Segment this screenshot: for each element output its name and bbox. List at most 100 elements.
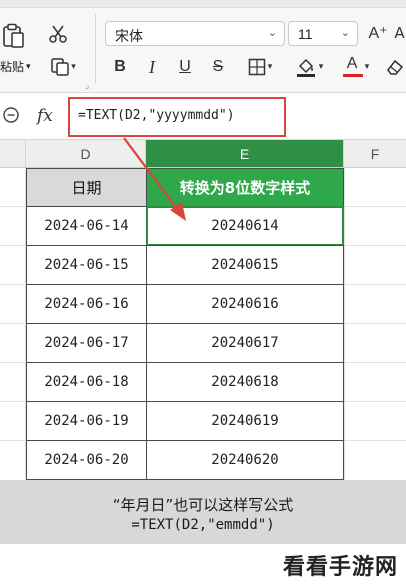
- col-header-e[interactable]: E: [146, 140, 344, 168]
- formula-input[interactable]: =TEXT(D2,"yyyymmdd"): [68, 97, 286, 137]
- grow-font-label: A⁺: [368, 25, 388, 42]
- function-button[interactable]: fx: [37, 106, 53, 126]
- grow-font-icon[interactable]: A⁺: [366, 21, 390, 45]
- paste-button[interactable]: 粘贴 ▾: [0, 58, 31, 75]
- table-cell-number[interactable]: 20240616: [146, 284, 344, 324]
- clear-format-icon: [387, 59, 404, 75]
- gridline: [0, 440, 26, 441]
- paste-label: 粘贴: [0, 60, 25, 74]
- font-name-select[interactable]: 宋体 ⌄: [105, 21, 285, 46]
- chevron-down-icon: ▾: [71, 62, 76, 72]
- col-header-f-label: F: [370, 145, 380, 162]
- gridline: [344, 206, 406, 207]
- gridline: [0, 401, 26, 402]
- dialog-launcher-icon[interactable]: ⌟: [85, 81, 89, 91]
- table-cell-number[interactable]: 20240617: [146, 323, 344, 363]
- underline-button[interactable]: U: [175, 56, 195, 78]
- cell-text: 2024-06-17: [44, 335, 129, 351]
- paste-icon[interactable]: [0, 22, 26, 50]
- watermark-text: 看看手游网: [282, 555, 398, 580]
- table-header-converted[interactable]: 转换为8位数字样式: [146, 168, 344, 207]
- caption-line-1: “年月日”也可以这样写公式: [112, 496, 294, 514]
- table-cell-date[interactable]: 2024-06-16: [26, 284, 147, 324]
- cell-text: 20240615: [211, 257, 279, 273]
- format-painter-icon[interactable]: ▾: [46, 56, 80, 78]
- col-header-f[interactable]: F: [344, 140, 406, 168]
- cell-text: 20240617: [211, 335, 279, 351]
- font-size-select[interactable]: 11 ⌄: [288, 21, 358, 46]
- font-color-button[interactable]: A ▾: [338, 55, 374, 78]
- table-cell-date[interactable]: 2024-06-18: [26, 362, 147, 402]
- table-cell-number-selected[interactable]: 20240614: [146, 206, 344, 246]
- table-header-date-label: 日期: [71, 179, 102, 197]
- clear-format-button[interactable]: [384, 56, 406, 78]
- font-name-value: 宋体: [115, 29, 143, 45]
- col-header-d-label: D: [80, 145, 91, 162]
- chevron-down-icon: ▾: [318, 62, 324, 72]
- chevron-down-icon: ▾: [26, 61, 31, 71]
- font-size-value: 11: [298, 26, 313, 42]
- gridline: [344, 168, 345, 480]
- italic-button[interactable]: I: [142, 56, 162, 78]
- cell-text: 20240614: [211, 218, 279, 234]
- chevron-down-icon: ⌄: [267, 26, 277, 39]
- zoom-icon[interactable]: [2, 106, 20, 124]
- cell-text: 20240618: [211, 374, 279, 390]
- gridline: [344, 440, 406, 441]
- table-cell-date[interactable]: 2024-06-17: [26, 323, 147, 363]
- col-header-d[interactable]: D: [26, 140, 146, 168]
- table-cell-number[interactable]: 20240615: [146, 245, 344, 285]
- ribbon-divider: [95, 14, 96, 84]
- cell-text: 20240619: [211, 413, 279, 429]
- cell-text: 20240620: [211, 452, 279, 468]
- gridline: [344, 323, 406, 324]
- bold-icon: B: [114, 58, 126, 75]
- table-cell-number[interactable]: 20240619: [146, 401, 344, 441]
- gridline: [344, 245, 406, 246]
- gridline: [0, 284, 26, 285]
- cell-text: 2024-06-18: [44, 374, 129, 390]
- font-color-icon: A: [342, 55, 363, 78]
- chevron-down-icon: ▾: [364, 62, 370, 72]
- cell-text: 2024-06-20: [44, 452, 129, 468]
- font-color-swatch: [342, 74, 363, 77]
- gridline: [0, 206, 26, 207]
- table-cell-date[interactable]: 2024-06-14: [26, 206, 147, 246]
- ribbon-top-strip: [0, 0, 406, 8]
- shrink-font-icon[interactable]: A: [393, 21, 406, 45]
- underline-icon: U: [179, 58, 191, 75]
- table-cell-date[interactable]: 2024-06-19: [26, 401, 147, 441]
- cell-text: 20240616: [211, 296, 279, 312]
- chevron-down-icon: ▾: [267, 62, 273, 72]
- table-header-converted-label: 转换为8位数字样式: [179, 179, 311, 197]
- formula-text: =TEXT(D2,"yyyymmdd"): [78, 108, 235, 123]
- fill-color-icon: [296, 58, 315, 77]
- caption-line-2: =TEXT(D2,"emmdd"): [131, 517, 275, 533]
- gridline: [0, 362, 26, 363]
- borders-button[interactable]: ▾: [243, 56, 277, 78]
- fill-color-button[interactable]: ▾: [289, 56, 329, 78]
- ribbon: [0, 0, 406, 93]
- col-header-blank: [0, 140, 26, 168]
- table-cell-number[interactable]: 20240618: [146, 362, 344, 402]
- table-cell-date[interactable]: 2024-06-15: [26, 245, 147, 285]
- table-cell-number[interactable]: 20240620: [146, 440, 344, 480]
- cell-text: 2024-06-15: [44, 257, 129, 273]
- gridline: [344, 284, 406, 285]
- strikethrough-button[interactable]: S: [208, 56, 228, 78]
- cell-text: 2024-06-14: [44, 218, 129, 234]
- font-color-letter: A: [346, 55, 358, 72]
- cell-text: 2024-06-19: [44, 413, 129, 429]
- gridline: [0, 245, 26, 246]
- col-header-e-label: E: [239, 145, 250, 162]
- cell-text: 2024-06-16: [44, 296, 129, 312]
- cut-icon[interactable]: [46, 22, 70, 46]
- chevron-down-icon: ⌄: [340, 26, 350, 39]
- gridline: [0, 323, 26, 324]
- table-header-date[interactable]: 日期: [26, 168, 147, 207]
- bold-button[interactable]: B: [110, 56, 130, 78]
- gridline: [344, 401, 406, 402]
- strikethrough-icon: S: [212, 58, 224, 75]
- italic-icon: I: [149, 56, 155, 77]
- table-cell-date[interactable]: 2024-06-20: [26, 440, 147, 480]
